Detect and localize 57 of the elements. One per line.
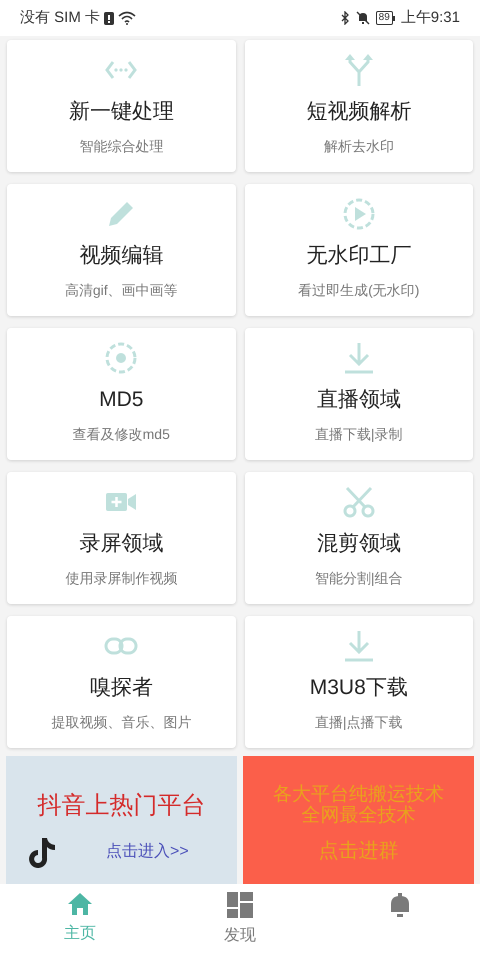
bluetooth-icon — [340, 11, 350, 25]
card-subtitle: 提取视频、音乐、图片 — [51, 712, 192, 732]
sim-alert-icon — [104, 12, 114, 24]
tool-card[interactable]: 录屏领域 使用录屏制作视频 — [7, 472, 236, 604]
carrier-text: 没有 SIM 卡 — [20, 8, 100, 28]
fork-arrows-icon — [342, 53, 375, 87]
dotted-circle-icon — [105, 342, 138, 374]
tool-card[interactable]: 混剪领域 智能分割|组合 — [244, 472, 473, 604]
grid-icon — [227, 892, 253, 918]
card-subtitle: 智能综合处理 — [79, 136, 164, 156]
tool-card[interactable]: 嗅探者 提取视频、音乐、图片 — [7, 616, 236, 748]
card-title: 直播领域 — [316, 387, 401, 413]
tool-card[interactable]: 视频编辑 高清gif、画中画等 — [7, 184, 236, 316]
tool-card[interactable]: MD5 查看及修改md5 — [7, 328, 236, 460]
link-icon — [104, 637, 138, 655]
card-title: M3U8下载 — [310, 675, 408, 701]
card-subtitle: 解析去水印 — [324, 136, 394, 156]
home-icon — [67, 892, 93, 916]
clock-text: 上午9:31 — [400, 8, 460, 28]
battery-icon: 89 — [376, 11, 395, 25]
muted-bell-icon — [356, 11, 370, 25]
wifi-icon — [118, 11, 136, 25]
card-subtitle: 查看及修改md5 — [72, 424, 170, 444]
tool-card[interactable]: M3U8下载 直播|点播下载 — [244, 616, 473, 748]
enter-link[interactable]: 点击进入>> — [106, 840, 189, 864]
card-title: MD5 — [99, 387, 144, 413]
download-icon — [342, 342, 375, 374]
card-subtitle: 智能分割|组合 — [314, 568, 403, 588]
card-title: 视频编辑 — [79, 243, 164, 269]
card-subtitle: 使用录屏制作视频 — [65, 568, 178, 588]
scissors-icon — [342, 486, 375, 518]
card-subtitle: 直播|点播下载 — [314, 712, 403, 732]
join-group-text: 点击进群 — [318, 839, 398, 864]
tool-card[interactable]: 短视频解析 解析去水印 — [244, 40, 473, 172]
card-title: 嗅探者 — [90, 675, 153, 701]
play-icon — [342, 198, 375, 230]
card-subtitle: 看过即生成(无水印) — [298, 280, 420, 300]
code-icon — [105, 60, 138, 80]
banner-title: 抖音上热门平台 — [38, 791, 206, 821]
nav-tab[interactable]: 发现 — [160, 892, 320, 948]
promo-banner[interactable]: 抖音上热门平台 点击进入>> — [6, 756, 237, 884]
card-title: 录屏领域 — [79, 531, 164, 557]
tool-card[interactable]: 无水印工厂 看过即生成(无水印) — [244, 184, 473, 316]
card-subtitle: 高清gif、画中画等 — [64, 280, 178, 300]
card-title: 新一键处理 — [68, 99, 174, 125]
banner-text: 各大平台纯搬运技术 — [273, 784, 444, 805]
tool-card[interactable]: 直播领域 直播下载|录制 — [244, 328, 473, 460]
download-icon — [342, 630, 375, 662]
video-camera-icon — [105, 492, 138, 512]
card-title: 短视频解析 — [306, 99, 412, 125]
pencil-icon — [107, 200, 136, 228]
banner-text: 全网最全技术 — [302, 805, 416, 826]
card-subtitle: 直播下载|录制 — [314, 424, 403, 444]
card-title: 无水印工厂 — [306, 243, 412, 269]
card-title: 混剪领域 — [316, 531, 401, 557]
note-icon — [28, 836, 56, 868]
tool-card[interactable]: 新一键处理 智能综合处理 — [7, 40, 236, 172]
